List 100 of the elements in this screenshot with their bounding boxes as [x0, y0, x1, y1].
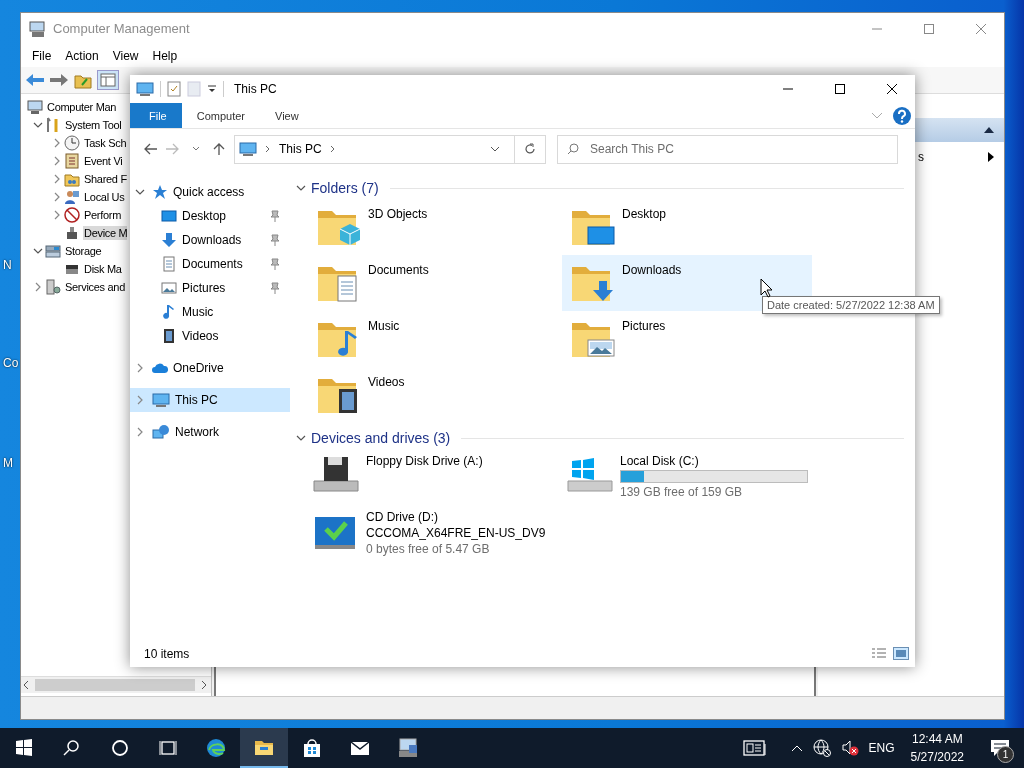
chevron-right-icon[interactable]	[34, 282, 42, 292]
folder-name[interactable]: Videos	[362, 367, 405, 389]
chevron-down-icon[interactable]	[134, 188, 145, 196]
up-arrow-icon[interactable]	[212, 143, 225, 155]
tree-item[interactable]: Disk Ma	[83, 262, 122, 276]
file-menu-tab[interactable]: File	[130, 103, 182, 128]
store-icon[interactable]	[301, 737, 323, 759]
folder-name[interactable]: Music	[362, 311, 400, 333]
tooltip: Date created: 5/27/2022 12:38 AM	[762, 296, 940, 314]
network-globe-icon[interactable]	[812, 739, 831, 757]
task-view-icon[interactable]	[158, 738, 178, 758]
menu-item[interactable]: View	[105, 48, 146, 63]
nav-item[interactable]: Music	[182, 305, 290, 319]
tree-item[interactable]: Event Vi	[83, 154, 123, 168]
storage-icon	[45, 243, 61, 259]
close-icon[interactable]	[886, 83, 898, 95]
drive-name[interactable]: CD Drive (D:)	[366, 510, 546, 524]
maximize-icon[interactable]	[834, 83, 846, 95]
chevron-right-icon[interactable]	[135, 395, 144, 405]
scrollbar-thumb[interactable]	[35, 679, 195, 691]
collapse-up-icon[interactable]	[984, 127, 994, 133]
forward-arrow-icon[interactable]	[49, 72, 69, 88]
computer-management-icon[interactable]	[397, 737, 419, 759]
nav-item[interactable]: Desktop	[182, 209, 270, 223]
window-title: Computer Management	[53, 21, 191, 36]
tree-view-icon[interactable]	[97, 70, 119, 90]
nav-item[interactable]: Documents	[182, 257, 270, 271]
drive-name[interactable]: Floppy Disk Drive (A:)	[366, 454, 483, 468]
window-title: This PC	[233, 82, 278, 96]
folder-name[interactable]: 3D Objects	[362, 199, 428, 221]
action-pane-entry[interactable]: s	[918, 150, 924, 164]
tree-item[interactable]: Task Sch	[83, 136, 127, 150]
horizontal-scrollbar[interactable]	[21, 676, 211, 693]
tree-item[interactable]: Services and	[64, 280, 125, 294]
chevron-right-icon[interactable]	[53, 192, 61, 202]
address-dropdown-icon[interactable]	[490, 145, 500, 153]
ribbon-tab[interactable]: Computer	[181, 103, 261, 128]
start-icon[interactable]	[14, 738, 34, 758]
folder-name[interactable]: Desktop	[616, 199, 667, 221]
browser-icon[interactable]	[205, 737, 227, 759]
chevron-down-icon[interactable]	[33, 121, 43, 129]
monitor-icon[interactable]	[136, 81, 154, 97]
news-icon[interactable]	[742, 740, 767, 756]
menu-item[interactable]: Action	[58, 48, 106, 63]
nav-item[interactable]: Downloads	[182, 233, 270, 247]
chevron-right-icon[interactable]	[53, 138, 61, 148]
dropdown-icon[interactable]	[207, 84, 217, 94]
desktop-icon-label[interactable]: N	[3, 258, 12, 272]
nav-item[interactable]: Videos	[182, 329, 290, 343]
section-chevron-icon[interactable]	[296, 184, 306, 192]
chevron-right-icon[interactable]	[135, 363, 144, 373]
show-hidden-icons-icon[interactable]	[790, 744, 803, 752]
circle-icon[interactable]	[110, 738, 130, 758]
muted-speaker-icon[interactable]	[840, 739, 859, 757]
tree-item[interactable]: Storage	[64, 244, 102, 258]
desktop-icon-label[interactable]: M	[3, 456, 13, 470]
submenu-arrow-icon[interactable]	[988, 152, 994, 162]
nav-item[interactable]: Pictures	[182, 281, 270, 295]
refresh-button[interactable]	[515, 134, 546, 164]
large-icons-view-icon[interactable]	[893, 647, 909, 661]
chevron-down-icon[interactable]	[33, 247, 43, 255]
folder-name[interactable]: Downloads	[616, 255, 682, 277]
nav-item[interactable]: Quick access	[173, 185, 245, 199]
menu-item[interactable]: Help	[145, 48, 185, 63]
scroll-right-icon[interactable]	[199, 680, 209, 690]
folder-name[interactable]: Pictures	[616, 311, 666, 333]
clock-time[interactable]: 12:44 AM	[911, 730, 963, 748]
chevron-right-icon[interactable]	[53, 156, 61, 166]
tree-item[interactable]: Computer Man	[46, 100, 117, 114]
address-bar[interactable]: This PC	[234, 134, 515, 164]
nav-item[interactable]: This PC	[175, 393, 218, 407]
tree-item[interactable]: Device M	[83, 226, 128, 240]
section-header[interactable]: Folders (7)	[311, 180, 379, 196]
computer-icon	[27, 99, 43, 115]
help-icon[interactable]	[893, 106, 911, 125]
scroll-left-icon[interactable]	[21, 680, 31, 690]
search-icon[interactable]	[62, 738, 82, 758]
back-arrow-icon[interactable]	[25, 72, 45, 88]
breadcrumb[interactable]: This PC	[279, 142, 322, 156]
desktop-icon-label[interactable]: Co	[3, 356, 19, 370]
back-arrow-icon[interactable]	[142, 143, 157, 155]
menu-item[interactable]: File	[25, 48, 59, 63]
chevron-right-icon[interactable]	[135, 427, 144, 437]
drive-name[interactable]: Local Disk (C:)	[620, 454, 808, 468]
clock-date[interactable]: 5/27/2022	[910, 748, 964, 766]
ribbon-tab[interactable]: View	[260, 103, 314, 128]
music-note-icon	[161, 304, 177, 320]
tree-item[interactable]: Shared F	[83, 172, 127, 186]
search-field[interactable]: Search This PC	[557, 134, 898, 164]
chevron-right-icon[interactable]	[53, 174, 61, 184]
folder-name[interactable]: Documents	[362, 255, 429, 277]
nav-item[interactable]: Network	[175, 425, 219, 439]
tree-item[interactable]: Perform	[83, 208, 122, 222]
tree-item[interactable]: Local Us	[83, 190, 125, 204]
nav-item[interactable]: OneDrive	[173, 361, 224, 375]
section-header[interactable]: Devices and drives (3)	[311, 430, 451, 446]
language-indicator[interactable]: ENG	[868, 741, 895, 755]
section-chevron-icon[interactable]	[296, 434, 306, 442]
tree-item[interactable]: System Tool	[64, 118, 122, 132]
chevron-right-icon[interactable]	[53, 210, 61, 220]
